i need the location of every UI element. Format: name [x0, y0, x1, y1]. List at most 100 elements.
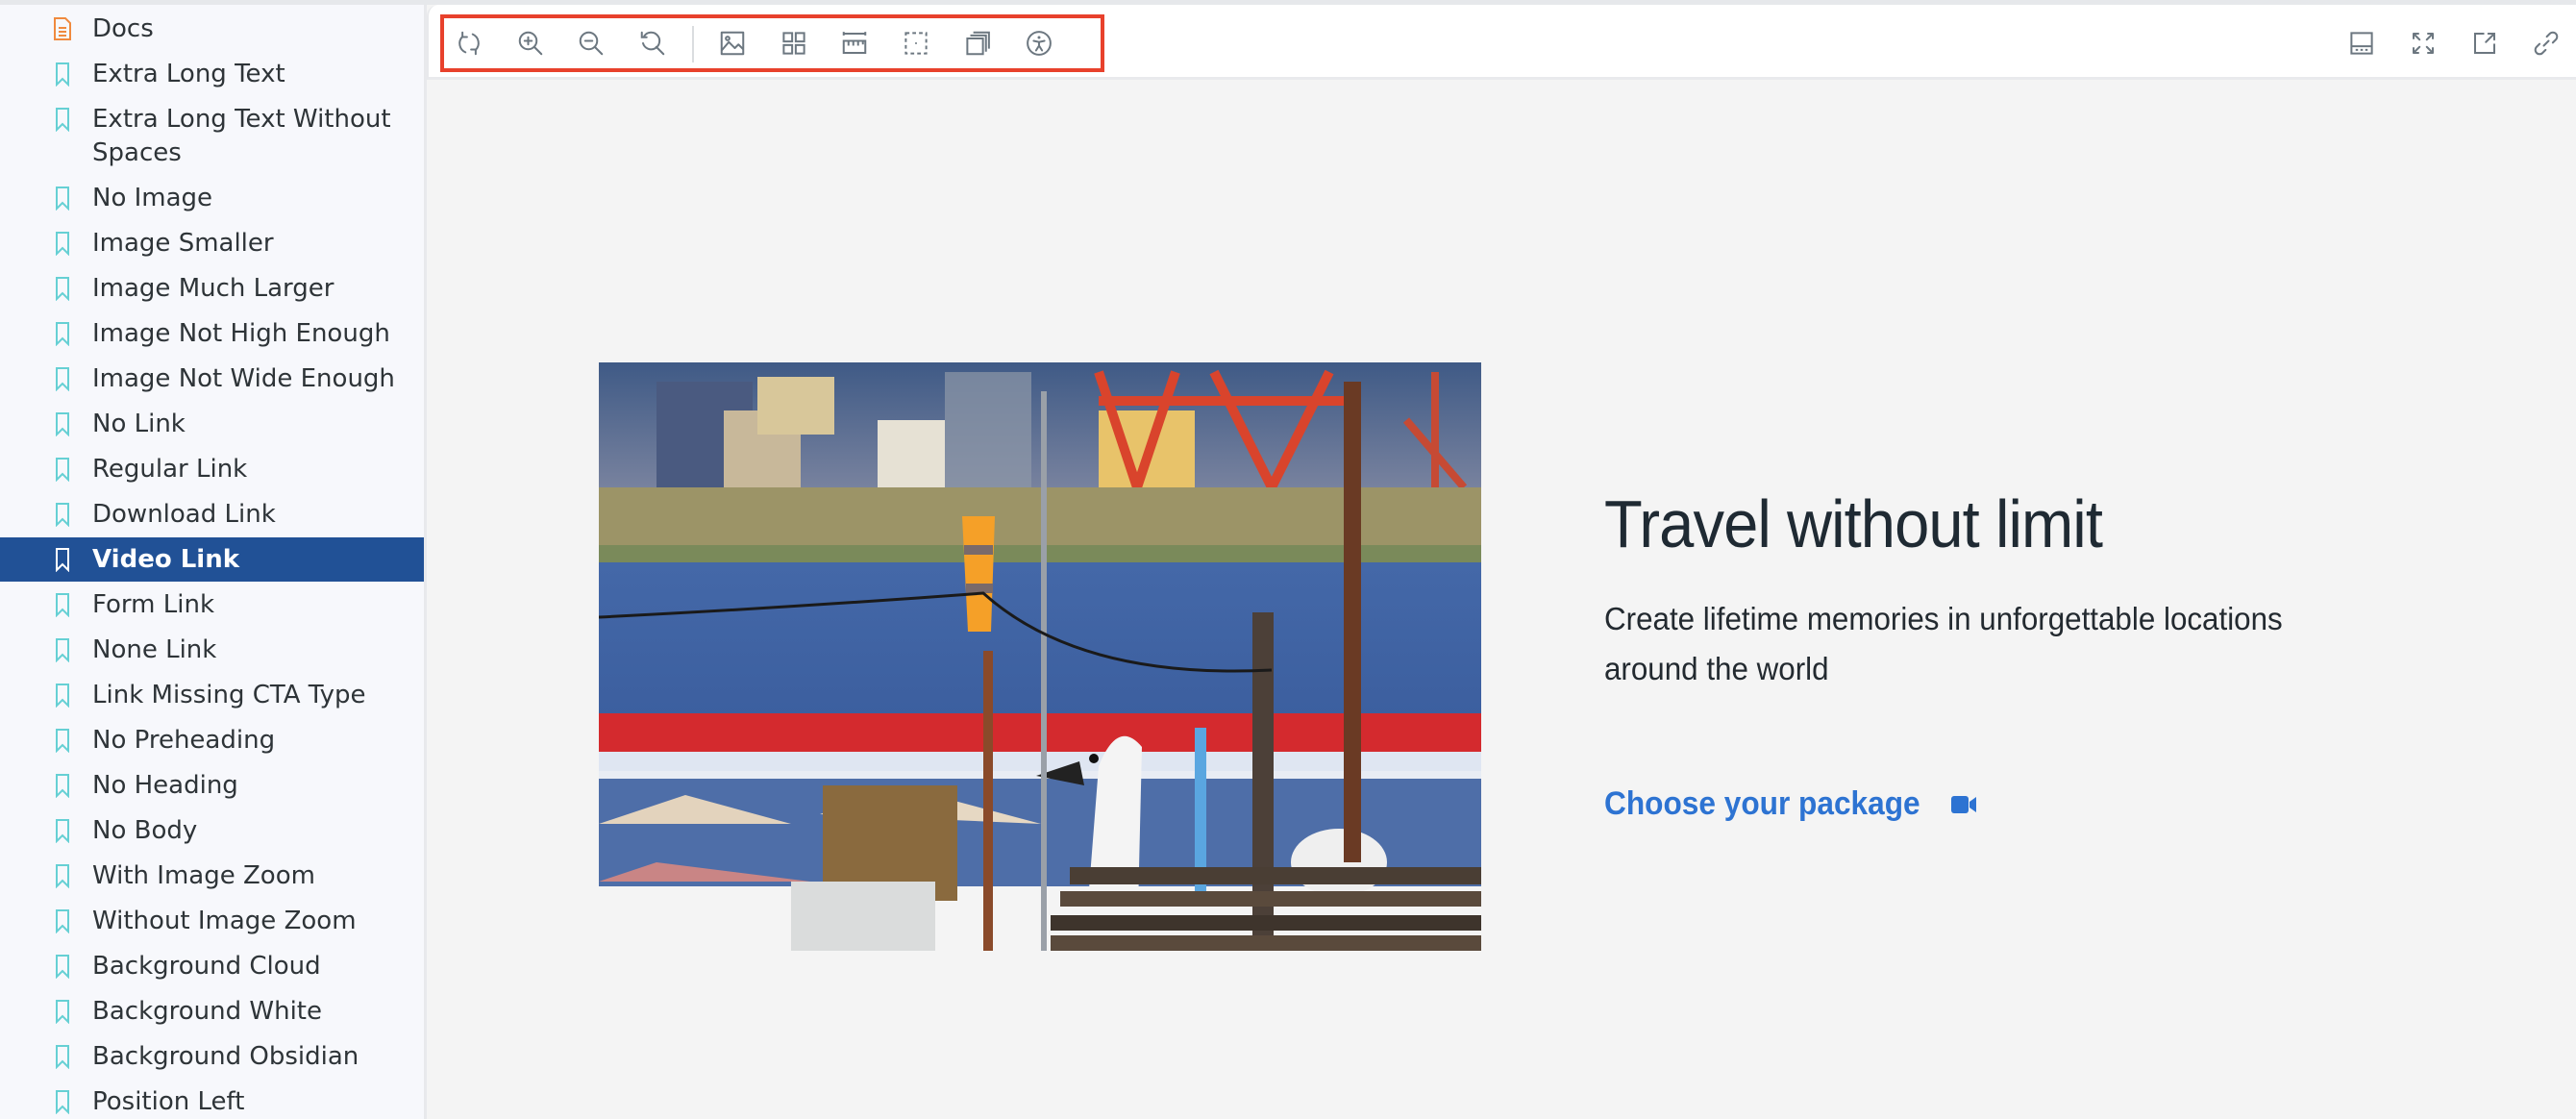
bookmark-icon: [52, 545, 73, 574]
sidebar-item[interactable]: With Image Zoom: [0, 859, 424, 893]
copy-link-icon: [2534, 31, 2559, 56]
toolbar: [427, 5, 2576, 80]
sidebar-item-label: Regular Link: [92, 455, 248, 484]
sidebar-item-label: Docs: [92, 14, 154, 43]
bookmark-icon: [52, 274, 73, 303]
addons-panel-button[interactable]: [2345, 27, 2378, 60]
background-image-icon: [720, 31, 745, 56]
sidebar-item-label: No Preheading: [92, 726, 276, 755]
sidebar-item[interactable]: No Link: [0, 408, 424, 441]
bookmark-icon: [52, 952, 73, 981]
sidebar-item-label: With Image Zoom: [92, 861, 315, 890]
sidebar-item[interactable]: Regular Link: [0, 453, 424, 486]
bookmark-icon: [52, 771, 73, 800]
zoom-out-button[interactable]: [575, 27, 607, 60]
sidebar-item-label: Extra Long Text: [92, 60, 285, 88]
sidebar-item-label: None Link: [92, 635, 217, 664]
sidebar-item[interactable]: Video Link: [0, 537, 424, 582]
open-new-tab-button[interactable]: [2468, 27, 2501, 60]
outline-button[interactable]: [900, 27, 932, 60]
bookmark-icon: [52, 500, 73, 529]
sidebar-item-label: Image Not Wide Enough: [92, 364, 395, 393]
sidebar-item-label: No Image: [92, 184, 213, 212]
bookmark-icon: [52, 60, 73, 88]
sidebar-item-label: Form Link: [92, 590, 215, 619]
sidebar-item-label: Without Image Zoom: [92, 907, 357, 935]
sidebar: Docs Extra Long Text Extra Long Text Witho…: [0, 5, 427, 1119]
background-button[interactable]: [716, 27, 749, 60]
sidebar-item-label: No Heading: [92, 771, 238, 800]
cta-link[interactable]: Choose your package: [1604, 785, 2392, 823]
grid-button[interactable]: [778, 27, 810, 60]
zoom-in-button[interactable]: [514, 27, 547, 60]
sidebar-item[interactable]: Background Cloud: [0, 950, 424, 983]
sidebar-item[interactable]: Download Link: [0, 498, 424, 532]
copy-link-button[interactable]: [2530, 27, 2563, 60]
sidebar-item-label: No Body: [92, 816, 198, 845]
accessibility-button[interactable]: [1023, 27, 1055, 60]
sidebar-item[interactable]: Without Image Zoom: [0, 905, 424, 938]
sidebar-item[interactable]: Image Smaller: [0, 227, 424, 261]
sidebar-item-label: Image Smaller: [92, 229, 274, 258]
fullscreen-button[interactable]: [2407, 27, 2440, 60]
bookmark-icon: [52, 184, 73, 212]
sidebar-item[interactable]: No Preheading: [0, 724, 424, 758]
sidebar-item-label: Position Left: [92, 1087, 245, 1116]
outline-icon: [904, 32, 928, 55]
sidebar-item[interactable]: Position Left: [0, 1085, 424, 1119]
sidebar-item-label: Image Not High Enough: [92, 319, 390, 348]
sidebar-item-label: Video Link: [92, 545, 240, 574]
bookmark-icon: [52, 410, 73, 438]
hero-copy: Travel without limit Create lifetime mem…: [1604, 481, 2392, 823]
cta-label: Choose your package: [1604, 785, 1920, 822]
sidebar-item[interactable]: No Heading: [0, 769, 424, 803]
bookmark-icon: [52, 861, 73, 890]
fullscreen-icon: [2413, 33, 2434, 54]
grid-icon: [782, 32, 805, 55]
body-text: Create lifetime memories in unforgettabl…: [1604, 601, 2283, 686]
bookmark-icon: [52, 816, 73, 845]
sidebar-item-label: Background Cloud: [92, 952, 321, 981]
viewport-icon: [966, 31, 990, 56]
bookmark-icon: [52, 105, 73, 134]
sidebar-item[interactable]: No Body: [0, 814, 424, 848]
bookmark-icon: [52, 726, 73, 755]
sidebar-item[interactable]: Form Link: [0, 588, 424, 622]
bookmark-icon: [52, 455, 73, 484]
viewport-button[interactable]: [961, 27, 994, 60]
bookmark-icon: [52, 635, 73, 664]
sidebar-item[interactable]: Image Not High Enough: [0, 317, 424, 351]
hero-image: [599, 362, 1481, 951]
sidebar-item[interactable]: Background Obsidian: [0, 1040, 424, 1074]
sidebar-item[interactable]: Image Much Larger: [0, 272, 424, 306]
sidebar-item[interactable]: None Link: [0, 634, 424, 667]
preview-area: Travel without limit Create lifetime mem…: [427, 5, 2576, 1119]
sidebar-item-label: Extra Long Text Without Spaces: [92, 105, 391, 167]
sidebar-item[interactable]: Link Missing CTA Type: [0, 679, 424, 712]
bookmark-icon: [52, 907, 73, 935]
sidebar-item-label: Background White: [92, 997, 322, 1026]
sidebar-item-label: Background Obsidian: [92, 1042, 359, 1071]
reset-zoom-button[interactable]: [636, 27, 669, 60]
video-camera-icon: [1949, 793, 1978, 816]
sidebar-item[interactable]: No Image: [0, 182, 424, 215]
harbor-photo: [599, 362, 1481, 951]
sidebar-item-label: Link Missing CTA Type: [92, 681, 366, 709]
document-icon: [52, 14, 73, 43]
measure-ruler-icon: [842, 32, 867, 54]
bookmark-icon: [52, 1087, 73, 1116]
bookmark-icon: [52, 681, 73, 709]
zoom-out-icon: [579, 31, 604, 56]
reload-button[interactable]: [453, 27, 485, 60]
bookmark-icon: [52, 1042, 73, 1071]
sidebar-item[interactable]: Extra Long Text Without Spaces: [0, 103, 424, 170]
reload-icon: [458, 31, 480, 56]
sidebar-item[interactable]: Docs: [0, 12, 424, 46]
measure-button[interactable]: [838, 27, 871, 60]
sidebar-item[interactable]: Extra Long Text: [0, 58, 424, 91]
sidebar-item[interactable]: Background White: [0, 995, 424, 1029]
sidebar-item[interactable]: Image Not Wide Enough: [0, 362, 424, 396]
bookmark-icon: [52, 590, 73, 619]
bookmark-icon: [52, 997, 73, 1026]
accessibility-icon: [1027, 31, 1052, 56]
